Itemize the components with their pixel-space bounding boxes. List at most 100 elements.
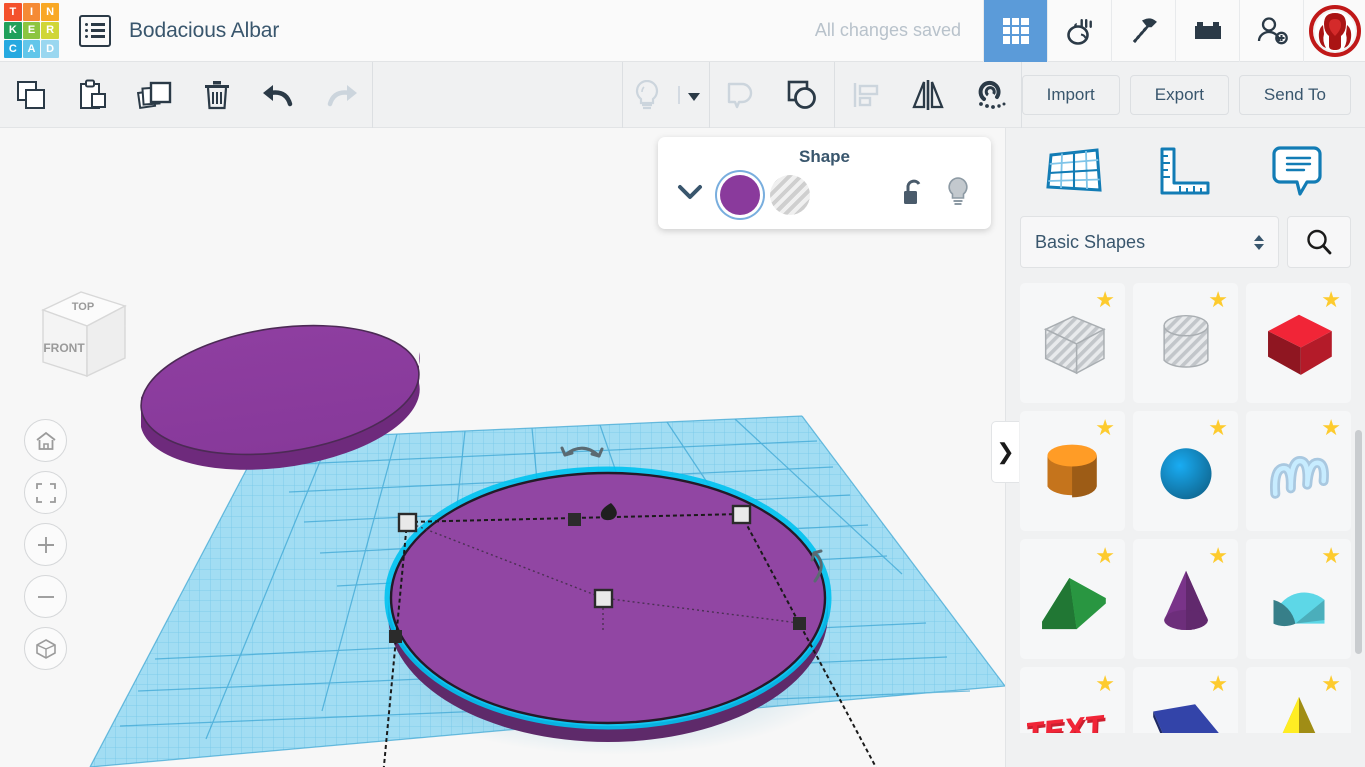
- ortho-toggle-button[interactable]: [24, 627, 67, 670]
- star-icon[interactable]: ★: [1095, 417, 1115, 439]
- sendto-button[interactable]: Send To: [1238, 74, 1351, 115]
- height-handle-center[interactable]: [593, 588, 614, 609]
- copy-button[interactable]: [0, 62, 62, 128]
- page-title[interactable]: Bodacious Albar: [129, 19, 279, 43]
- main-toolbar: Import Export Send To: [0, 61, 1365, 128]
- delete-button[interactable]: [186, 62, 248, 128]
- logo-cell: K: [4, 21, 22, 40]
- star-icon[interactable]: ★: [1321, 417, 1341, 439]
- codeblocks-icon: [1066, 18, 1092, 45]
- star-icon[interactable]: ★: [1208, 289, 1228, 311]
- scale-handle-edge-right[interactable]: [793, 617, 806, 630]
- blocks-button[interactable]: [1175, 0, 1239, 62]
- star-icon[interactable]: ★: [1208, 417, 1228, 439]
- logo-cell: E: [22, 21, 41, 40]
- undo-arrow-icon: [263, 84, 293, 106]
- avatar[interactable]: [1303, 0, 1365, 62]
- ruler-tool[interactable]: [1145, 140, 1225, 204]
- fit-view-button[interactable]: [24, 471, 67, 514]
- scale-handle-corner-tl[interactable]: [397, 512, 418, 533]
- star-icon[interactable]: ★: [1321, 545, 1341, 567]
- export-button[interactable]: Export: [1129, 74, 1229, 115]
- minus-icon: [37, 595, 54, 598]
- clipboard-paste-icon: [80, 79, 106, 109]
- light-dropdown[interactable]: [671, 62, 709, 128]
- lightbulb-icon: [635, 79, 658, 109]
- shape-box[interactable]: ★: [1246, 283, 1351, 403]
- shape-scribble[interactable]: ★: [1246, 411, 1351, 531]
- chevron-down-icon: [677, 85, 700, 104]
- redo-button: [310, 62, 372, 128]
- logo-cell: N: [41, 3, 59, 21]
- viewcube-front-label: FRONT: [43, 341, 85, 355]
- right-sidebar: Basic Shapes ★ ★ ★ ★ ★ ★ ★ ★ ★ TEXT TEXT ★ ★ ★: [1005, 128, 1365, 767]
- select-caret-icon: [1254, 234, 1264, 250]
- zoom-out-button[interactable]: [24, 575, 67, 618]
- import-button[interactable]: Import: [1021, 74, 1120, 115]
- minecraft-button[interactable]: [1111, 0, 1175, 62]
- scale-handle-edge-top[interactable]: [568, 513, 581, 526]
- star-icon[interactable]: ★: [1095, 545, 1115, 567]
- shape-search-row: Basic Shapes: [1006, 216, 1365, 268]
- shape-roof[interactable]: ★: [1020, 539, 1125, 659]
- search-icon: [1307, 229, 1332, 255]
- logo-cell: T: [4, 3, 22, 21]
- workplane-tool[interactable]: [1034, 140, 1114, 204]
- trash-icon: [205, 80, 229, 109]
- shape-cone[interactable]: ★: [1133, 539, 1238, 659]
- paste-button[interactable]: [62, 62, 124, 128]
- snap-magnet-button[interactable]: [959, 62, 1021, 128]
- shape-panel-title: Shape: [798, 147, 851, 166]
- duplicate-button[interactable]: [124, 62, 186, 128]
- shape-cylinder[interactable]: ★: [1020, 411, 1125, 531]
- viewcube-top-label: TOP: [72, 301, 94, 313]
- scale-handle-corner-tr[interactable]: [731, 504, 752, 525]
- shape-polygon[interactable]: ★: [1133, 667, 1238, 733]
- shapes-scrollbar[interactable]: [1355, 430, 1362, 654]
- view-cube[interactable]: TOP FRONT: [33, 288, 133, 384]
- panel-collapse-button[interactable]: ❯: [991, 421, 1019, 483]
- tinkercad-logo[interactable]: TIN KER CAD: [4, 3, 59, 58]
- svg-text:TEXT: TEXT: [1027, 708, 1105, 733]
- shape-pyramid[interactable]: ★: [1246, 667, 1351, 733]
- shape-category-value: Basic Shapes: [1035, 231, 1146, 252]
- logo-cell: I: [22, 3, 41, 21]
- zoom-in-button[interactable]: [24, 523, 67, 566]
- star-icon[interactable]: ★: [1321, 289, 1341, 311]
- undo-button[interactable]: [248, 62, 310, 128]
- mirror-button[interactable]: [897, 62, 959, 128]
- home-view-button[interactable]: [24, 419, 67, 462]
- invite-button[interactable]: [1239, 0, 1303, 62]
- pickaxe-icon: [1132, 17, 1157, 43]
- logo-cell: R: [41, 21, 59, 40]
- shape-category-select[interactable]: Basic Shapes: [1020, 216, 1279, 268]
- hole-swatch[interactable]: [770, 175, 810, 215]
- redo-arrow-icon: [327, 84, 357, 106]
- note-tool[interactable]: [1257, 140, 1337, 204]
- star-icon[interactable]: ★: [1208, 545, 1228, 567]
- chevron-down-icon[interactable]: [675, 181, 705, 203]
- document-list-icon[interactable]: [79, 14, 111, 47]
- star-icon[interactable]: ★: [1095, 673, 1115, 695]
- person-add-icon: [1257, 16, 1288, 44]
- shape-text[interactable]: TEXT TEXT ★: [1020, 667, 1125, 733]
- ungroup-button[interactable]: [772, 62, 834, 128]
- grid-view-button[interactable]: [983, 0, 1047, 62]
- shape-cylinder-hole[interactable]: ★: [1133, 283, 1238, 403]
- align-tools-group: [835, 62, 1021, 128]
- star-icon[interactable]: ★: [1321, 673, 1341, 695]
- shape-sphere[interactable]: ★: [1133, 411, 1238, 531]
- star-icon[interactable]: ★: [1095, 289, 1115, 311]
- solid-color-swatch[interactable]: [720, 175, 760, 215]
- align-button: [835, 62, 897, 128]
- unlock-icon[interactable]: [900, 178, 926, 208]
- shape-box-hole[interactable]: ★: [1020, 283, 1125, 403]
- shape-round-roof[interactable]: ★: [1246, 539, 1351, 659]
- lightbulb-icon[interactable]: [944, 175, 972, 209]
- star-icon[interactable]: ★: [1208, 673, 1228, 695]
- header-right-group: All changes saved: [815, 0, 1365, 62]
- codeblocks-button[interactable]: [1047, 0, 1111, 62]
- mirror-icon: [911, 79, 944, 110]
- scale-handle-edge-left[interactable]: [389, 630, 402, 643]
- search-button[interactable]: [1287, 216, 1351, 268]
